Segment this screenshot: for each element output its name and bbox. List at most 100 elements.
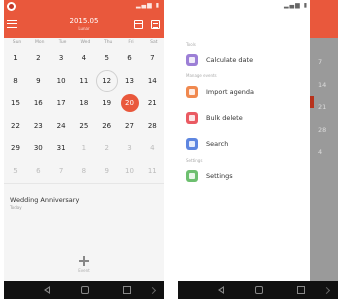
calendar-day[interactable]: 11 (73, 70, 95, 92)
collapse-icon[interactable] (148, 286, 157, 295)
calendar-day[interactable]: 25 (73, 115, 95, 137)
dimmed-day: 21 (318, 103, 327, 111)
menu-item-label: Settings (206, 172, 233, 180)
status-bar: ▂▄▆ ▮ (178, 0, 310, 13)
delete-icon (186, 112, 198, 124)
calendar-day[interactable]: 20 (119, 92, 141, 114)
calendar-day[interactable]: 23 (27, 115, 49, 137)
weekday-label: Sat (150, 40, 158, 45)
calendar-day[interactable]: 7 (141, 47, 163, 69)
section-tools: Tools (186, 42, 196, 47)
calendar-day[interactable]: 9 (96, 160, 118, 182)
section-manage-events: Manage events (186, 73, 217, 78)
calendar-day[interactable]: 3 (119, 137, 141, 159)
calendar-day[interactable]: 16 (27, 92, 49, 114)
back-icon[interactable] (44, 286, 50, 294)
calendar-day[interactable]: 28 (141, 115, 163, 137)
calendar-day[interactable]: 5 (96, 47, 118, 69)
calculator-icon (186, 54, 198, 66)
dimmed-calendar: 7 14 21 28 4 (310, 38, 338, 281)
calendar-day[interactable]: 27 (119, 115, 141, 137)
menu-item-label: Bulk delete (206, 114, 243, 122)
calendar-day[interactable]: 24 (50, 115, 72, 137)
calendar-day[interactable]: 6 (119, 47, 141, 69)
calendar-day[interactable]: 2 (27, 47, 49, 69)
weekday-label: Mon (35, 40, 45, 45)
dimmed-day: 14 (318, 80, 327, 89)
weekday-label: Tue (58, 40, 67, 45)
settings-icon (186, 170, 198, 182)
menu-item-label: Import agenda (206, 88, 254, 96)
calendar-day[interactable]: 15 (5, 92, 27, 114)
weekday-label: Sun (12, 40, 22, 45)
calendar-day[interactable]: 8 (5, 70, 27, 92)
weekday-label: Fri (128, 40, 134, 45)
status-icons: ▂▄▆ ▮ (283, 2, 308, 9)
calendar-day[interactable]: 22 (5, 115, 27, 137)
menu-item-label: Search (206, 140, 229, 148)
calendar-day[interactable]: 14 (141, 70, 163, 92)
recent-apps-icon[interactable] (123, 286, 131, 294)
event-title[interactable]: Wedding Anniversary (10, 196, 79, 204)
calendar-day[interactable]: 13 (119, 70, 141, 92)
navigation-drawer: ▂▄▆ ▮ Tools Calculate date Manage events… (178, 0, 310, 281)
menu-item-import-agenda[interactable]: Import agenda (178, 82, 310, 102)
calendar-day[interactable]: 2 (96, 137, 118, 159)
calendar-day[interactable]: 26 (96, 115, 118, 137)
collapse-icon[interactable] (322, 286, 331, 295)
status-icons: ▂▄▆ ▮ (135, 2, 160, 9)
calendar-day[interactable]: 9 (27, 70, 49, 92)
agenda-view-icon[interactable] (151, 20, 160, 29)
dimmed-day: 7 (318, 58, 323, 66)
dimmed-day: 28 (318, 125, 327, 134)
app-header: ▂▄▆ ▮ 2015.05 Lunar (4, 0, 164, 38)
search-icon (186, 138, 198, 150)
add-event-label: Event (78, 268, 90, 273)
calendar-day[interactable]: 18 (73, 92, 95, 114)
calendar-day[interactable]: 11 (141, 160, 163, 182)
section-settings: Settings (186, 158, 203, 163)
calendar-day[interactable]: 17 (50, 92, 72, 114)
calendar-day[interactable]: 3 (50, 47, 72, 69)
dimmed-day: 4 (318, 148, 323, 156)
calendar-day[interactable]: 19 (96, 92, 118, 114)
menu-item-bulk-delete[interactable]: Bulk delete (178, 108, 310, 128)
home-icon[interactable] (81, 286, 89, 294)
calendar-day[interactable]: 1 (5, 47, 27, 69)
recent-apps-icon[interactable] (297, 286, 305, 294)
drawer-screen: 7 14 21 28 4 ▂▄▆ ▮ Tools Calculate date Mana… (178, 0, 338, 299)
calendar-day[interactable]: 7 (50, 160, 72, 182)
calendar-day[interactable]: 10 (50, 70, 72, 92)
calendar-day[interactable]: 10 (119, 160, 141, 182)
dimmed-selected-day (310, 96, 314, 108)
calendar-day[interactable]: 8 (73, 160, 95, 182)
status-bar: ▂▄▆ ▮ (4, 0, 164, 13)
calendar-day[interactable]: 5 (5, 160, 27, 182)
calendar-day[interactable]: 12 (95, 69, 118, 92)
calendar-day[interactable]: 31 (50, 137, 72, 159)
add-event-icon[interactable] (79, 256, 89, 266)
home-icon[interactable] (255, 286, 263, 294)
calendar-day[interactable]: 4 (73, 47, 95, 69)
system-nav-bar (4, 281, 164, 299)
menu-item-label: Calculate date (206, 56, 254, 64)
back-icon[interactable] (218, 286, 224, 294)
calendar-day[interactable]: 29 (5, 137, 27, 159)
weekday-label: Wed (80, 40, 91, 45)
event-subtitle: Today (10, 205, 22, 210)
calendar-day[interactable]: 21 (141, 92, 163, 114)
calendar-screen: ▂▄▆ ▮ 2015.05 Lunar Sun Mon Tue Wed Thu Fri Sa… (4, 0, 164, 299)
menu-item-search[interactable]: Search (178, 134, 310, 154)
calendar-day[interactable]: 1 (73, 137, 95, 159)
notification-icon (7, 2, 16, 11)
today-calendar-icon[interactable] (134, 20, 143, 29)
calendar-day[interactable]: 30 (27, 137, 49, 159)
month-grid: 1 2 3 4 5 6 7 8 9 10 11 12 13 14 15 16 17 18 19 20 21 22 23 24 2… (4, 47, 164, 179)
system-nav-bar (178, 281, 338, 299)
menu-item-calculate-date[interactable]: Calculate date (178, 50, 310, 70)
import-icon (186, 86, 198, 98)
calendar-day[interactable]: 6 (27, 160, 49, 182)
weekday-header: Sun Mon Tue Wed Thu Fri Sat (4, 38, 164, 47)
calendar-day[interactable]: 4 (141, 137, 163, 159)
menu-item-settings[interactable]: Settings (178, 166, 310, 186)
